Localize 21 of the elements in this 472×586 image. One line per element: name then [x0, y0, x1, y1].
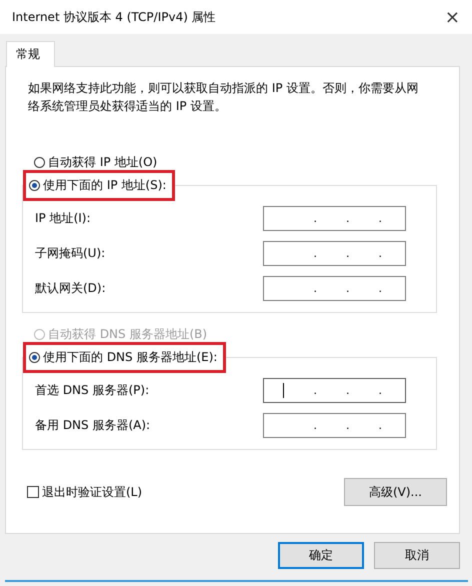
radio-option[interactable]: 使用下面的 DNS 服务器地址(E):: [23, 342, 226, 373]
close-button[interactable]: ×: [440, 6, 464, 28]
tab[interactable]: 常规: [6, 41, 55, 67]
field-label: 默认网关(D):: [35, 280, 106, 297]
ip-address-field[interactable]: . . .: [263, 378, 406, 403]
ip-address-field[interactable]: . . .: [263, 206, 406, 231]
field-label: 备用 DNS 服务器(A):: [35, 417, 150, 434]
checkbox-option[interactable]: 退出时验证设置(L): [27, 484, 142, 500]
field-label: 首选 DNS 服务器(P):: [35, 382, 150, 399]
field-label: IP 地址(I):: [35, 210, 91, 227]
ip-address-field[interactable]: . . .: [263, 413, 406, 438]
description-text: 如果网络支持此功能，则可以获取自动指派的 IP 设置。否则，你需要从网络系统管理员处获得适当的 IP 设置。: [28, 80, 420, 115]
window-title: Internet 协议版本 4 (TCP/IPv4) 属性: [12, 8, 216, 26]
text-cursor: [283, 383, 284, 398]
dialog-button[interactable]: 取消: [374, 542, 460, 569]
field-label: 子网掩码(U):: [35, 245, 106, 262]
ip-address-field[interactable]: . . .: [263, 276, 406, 301]
ip-address-field[interactable]: . . .: [263, 241, 406, 266]
dialog-button[interactable]: 确定: [278, 542, 364, 569]
radio-option[interactable]: 使用下面的 IP 地址(S):: [23, 170, 176, 201]
advanced-button[interactable]: 高级(V)...: [344, 478, 447, 506]
